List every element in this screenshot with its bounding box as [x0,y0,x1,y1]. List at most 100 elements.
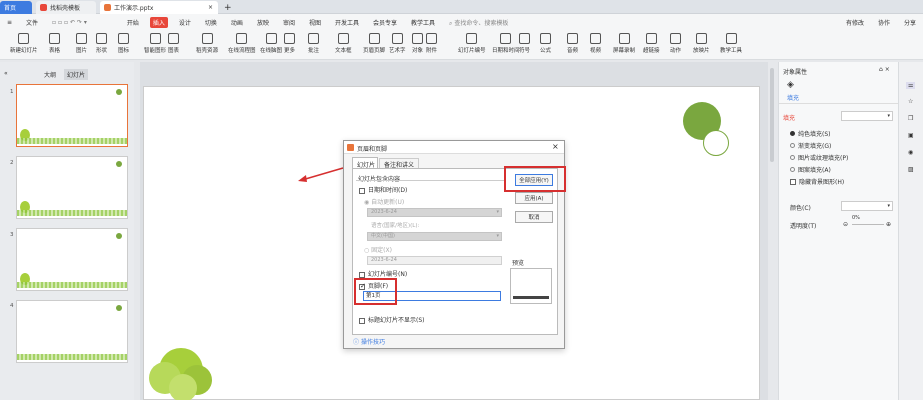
slide-thumbnail-pane: « 大纲 幻灯片 1 2 3 4 [0,62,134,400]
slide-thumbnail-2[interactable] [16,156,128,219]
fixed-date-input[interactable]: 2023-6-24 [367,256,502,265]
canvas-scrollbar[interactable] [770,68,774,162]
tab-close-icon[interactable]: × [208,4,213,11]
star-icon[interactable]: ☆ [908,98,913,105]
toolbar-item-27[interactable]: 教学工具 [720,33,742,54]
pane-controls-icon[interactable]: ⌂ × [879,66,890,73]
tab-outline[interactable]: 大纲 [44,70,56,79]
modified-status[interactable]: 有修改 [843,17,867,28]
toolbar-item-24[interactable]: 超链接 [643,33,660,54]
menu-animation[interactable]: 动画 [228,17,246,28]
toolbar-item-18[interactable]: 日期和时间 [492,33,520,54]
close-icon[interactable]: × [552,142,559,151]
toolbar-item-8[interactable]: 在线流程图 [228,33,256,54]
toolbar-item-13[interactable]: 页眉页脚 [363,33,385,54]
tab-slides[interactable]: 幻灯片 [64,69,89,80]
radio-gradient-fill[interactable]: 渐变填充(G) [790,141,831,150]
tab-slide[interactable]: 幻灯片 [352,157,378,169]
toolbar-item-7[interactable]: 稻壳资源 [196,33,218,54]
share-button[interactable]: 分享 [901,17,919,28]
toolbar-item-23[interactable]: 屏幕录制 [613,33,635,54]
collapse-pane-icon[interactable]: « [4,70,8,77]
toolbar-item-20[interactable]: 公式 [540,33,551,54]
toolbar-item-4[interactable]: 图标 [118,33,129,54]
tab-template[interactable]: 找稻壳模板 [36,1,96,14]
checkbox-datetime[interactable]: 日期和时间(D) [359,185,407,194]
fill-bucket-icon[interactable]: ◈ [787,80,794,90]
toolbar-item-12[interactable]: 文本框 [335,33,352,54]
menu-file[interactable]: 文件 [23,17,41,28]
menu-developer[interactable]: 开发工具 [332,17,362,28]
plus-icon[interactable]: ⊕ [886,221,891,228]
toolbar-item-16[interactable]: 附件 [426,33,437,54]
toolbar-item-15[interactable]: 对象 [412,33,423,54]
slide-thumbnail-4[interactable] [16,300,128,363]
toolbar-item-25[interactable]: 动作 [670,33,681,54]
cancel-button[interactable]: 取消 [515,211,553,223]
new-tab-button[interactable]: + [220,1,234,14]
language-select[interactable]: 中文(中国) ▾ [367,232,502,241]
toolbar-item-11[interactable]: 批注 [308,33,319,54]
transparency-slider[interactable] [852,224,884,225]
hamburger-icon[interactable]: ≡ [4,18,15,27]
pane-title: 对象属性 [783,69,808,76]
properties-icon[interactable]: ⚌ [906,82,916,89]
radio-label: 图片或纹理填充(P) [798,155,849,162]
group-label: 幻灯片包含内容 [358,174,400,183]
toolbar-item-3[interactable]: 形状 [96,33,107,54]
tab-notes[interactable]: 备注和讲义 [379,158,419,169]
color-picker[interactable]: ▾ [841,201,893,211]
image-icon[interactable]: ▨ [908,166,914,173]
apply-button[interactable]: 应用(A) [515,192,553,204]
radio-solid-fill[interactable]: 纯色填充(S) [790,129,831,138]
toolbar-item-5[interactable]: 智能图形 [144,33,166,54]
checkbox-hide-background[interactable]: 隐藏背景图形(H) [790,177,844,186]
menu-start[interactable]: 开始 [124,17,142,28]
tab-home[interactable]: 首页 [0,1,32,14]
radio-picture-fill[interactable]: 图片或纹理填充(P) [790,153,848,162]
menu-review[interactable]: 审阅 [280,17,298,28]
checkbox-hide-title[interactable]: 标题幻灯片不显示(S) [359,315,425,324]
toolbar-item-2[interactable]: 图片 [76,33,87,54]
toolbar-item-6[interactable]: 图表 [168,33,179,54]
quick-access-icons[interactable]: ▫ ▫ ▫ ↶ ↷ ▾ [49,18,90,27]
menu-view[interactable]: 视图 [306,17,324,28]
fill-dropdown[interactable]: ▾ [841,111,893,121]
collaborate-button[interactable]: 协作 [875,17,893,28]
toolbar-item-0[interactable]: 新建幻灯片 [10,33,38,54]
menu-transition[interactable]: 切换 [202,17,220,28]
toolbar-item-26[interactable]: 放映片 [693,33,710,54]
object-properties-pane: 对象属性 ⌂ × ◈ 填充 填充 ▾ 纯色填充(S) 渐变填充(G) 图片或纹理… [778,62,899,400]
divider [779,103,899,104]
slide-thumbnail-1[interactable] [16,84,128,147]
location-icon[interactable]: ◉ [908,149,913,156]
tab-fill[interactable]: 填充 [787,93,799,102]
toolbar-item-14[interactable]: 艺术字 [389,33,406,54]
toolbar-item-10[interactable]: 更多 [284,33,295,54]
tips-link[interactable]: ⓘ 操作技巧 [353,337,385,346]
checkbox-slide-number[interactable]: 幻灯片编号(N) [359,269,407,278]
menu-teaching[interactable]: 教学工具 [408,17,438,28]
layout-icon[interactable]: ▣ [908,132,914,139]
menu-member[interactable]: 会员专享 [370,17,400,28]
toolbar-label: 公式 [540,48,552,54]
copy-icon[interactable]: ❐ [908,115,913,122]
radio-label: 纯色填充(S) [798,131,831,138]
slide-thumbnail-3[interactable] [16,228,128,291]
toolbar-item-17[interactable]: 幻灯片编号 [458,33,486,54]
radio-fixed[interactable]: ○ 固定(X) [364,245,392,254]
radio-pattern-fill[interactable]: 图案填充(A) [790,165,831,174]
toolbar-item-1[interactable]: 表格 [49,33,60,54]
toolbar-item-22[interactable]: 视频 [590,33,601,54]
menu-slideshow[interactable]: 放映 [254,17,272,28]
tab-document[interactable]: 工作演示.pptx × [100,1,218,14]
toolbar-item-21[interactable]: 音频 [567,33,578,54]
radio-auto-update[interactable]: ◉ 自动更新(U) [364,197,404,206]
menu-design[interactable]: 设计 [176,17,194,28]
minus-icon[interactable]: ⊝ [843,221,848,228]
toolbar-item-19[interactable]: 符号 [519,33,530,54]
menu-insert[interactable]: 插入 [149,17,168,28]
date-format-select[interactable]: 2023-6-24 ▾ [367,208,502,217]
toolbar-item-9[interactable]: 在线脑图 [260,33,282,54]
search-box[interactable]: ⌕ 查找命令、搜索模板 [446,17,511,29]
